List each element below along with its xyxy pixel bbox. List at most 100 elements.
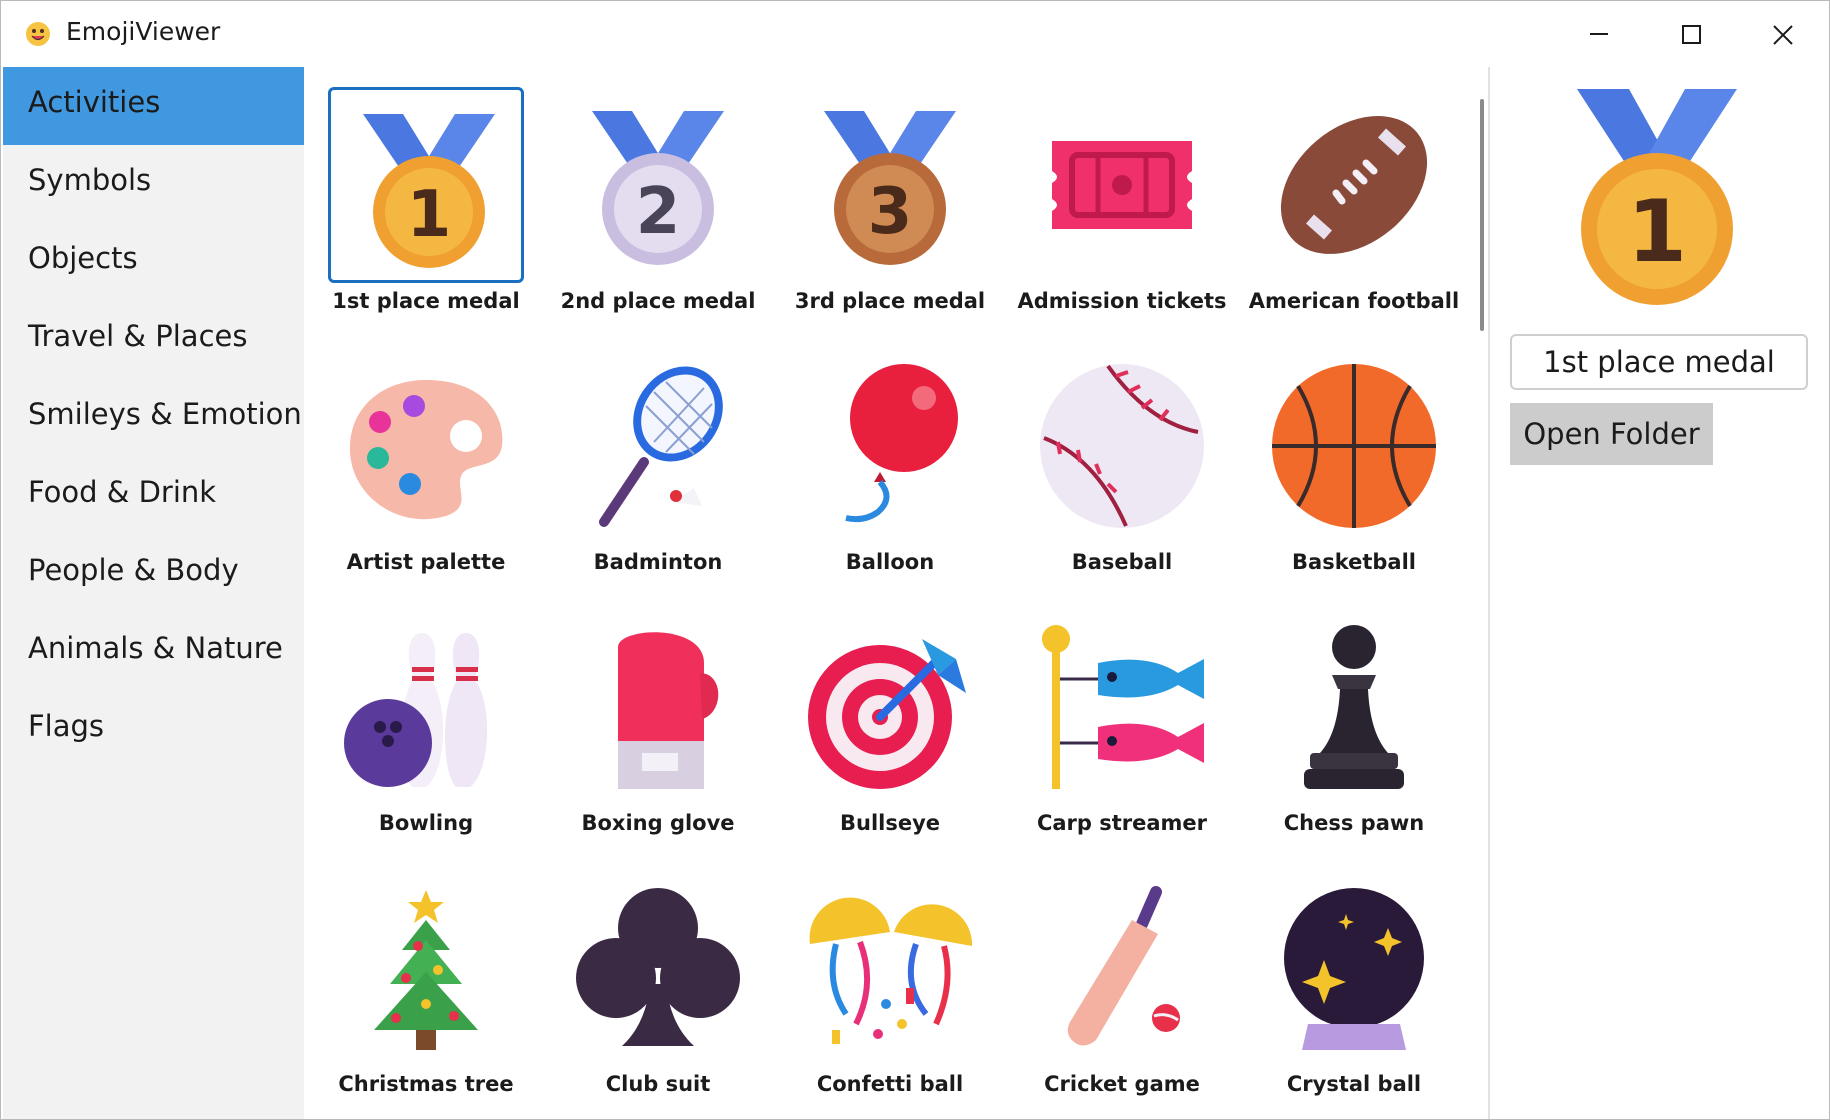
christmas-tree-icon <box>374 890 478 1050</box>
nav-item-animals-nature[interactable]: Animals & Nature <box>3 613 304 691</box>
emoji-tile-boxing-glove[interactable]: Boxing glove <box>548 597 768 847</box>
emoji-label: Christmas tree <box>338 1072 514 1096</box>
nav-item-label: Food & Drink <box>28 475 217 509</box>
emoji-label: Cricket game <box>1044 1072 1200 1096</box>
nav-item-symbols[interactable]: Symbols <box>3 145 304 223</box>
club-suit-icon <box>576 888 740 1046</box>
emoji-label: American football <box>1248 289 1460 313</box>
nav-item-label: Smileys & Emotion <box>28 397 302 431</box>
category-nav: Activities Symbols Objects Travel & Plac… <box>3 67 304 1119</box>
emoji-label: Carp streamer <box>1036 811 1208 835</box>
first-place-medal-preview-icon: 1 <box>1577 89 1737 305</box>
emoji-name-value: 1st place medal <box>1543 345 1775 379</box>
emoji-name-field[interactable]: 1st place medal <box>1510 334 1808 390</box>
emoji-tile-christmas-tree[interactable]: Christmas tree <box>316 858 536 1108</box>
nav-item-label: Travel & Places <box>28 319 248 353</box>
nav-item-label: Flags <box>28 709 105 743</box>
emoji-label: 2nd place medal <box>560 289 756 313</box>
emoji-tile-badminton[interactable]: Badminton <box>548 336 768 586</box>
maximize-icon <box>1682 25 1701 44</box>
nav-item-food-drink[interactable]: Food & Drink <box>3 457 304 535</box>
emoji-tile-carp-streamer[interactable]: Carp streamer <box>1012 597 1232 847</box>
emoji-label: 3rd place medal <box>794 289 986 313</box>
maximize-button[interactable] <box>1645 1 1737 67</box>
nav-item-flags[interactable]: Flags <box>3 691 304 769</box>
nav-item-people-body[interactable]: People & Body <box>3 535 304 613</box>
close-icon <box>1773 25 1793 45</box>
third-place-medal-icon: 3 <box>824 111 956 265</box>
emoji-tile-crystal-ball[interactable]: Crystal ball <box>1244 858 1464 1108</box>
crystal-ball-icon <box>1284 888 1424 1050</box>
emoji-label: Basketball <box>1292 550 1416 574</box>
title-bar[interactable]: EmojiViewer <box>1 1 1829 67</box>
boxing-glove-icon <box>618 632 719 789</box>
nav-item-label: Animals & Nature <box>28 631 283 665</box>
bullseye-icon <box>808 639 966 789</box>
american-football-icon <box>1280 116 1428 254</box>
emoji-tile-third-place-medal[interactable]: 3 3rd place medal <box>780 75 1000 325</box>
bowling-icon <box>344 633 488 787</box>
confetti-ball-icon <box>809 897 973 1044</box>
emoji-tile-admission-tickets[interactable]: Admission tickets <box>1012 75 1232 325</box>
emoji-label: Baseball <box>1071 550 1173 574</box>
emoji-tile-chess-pawn[interactable]: Chess pawn <box>1244 597 1464 847</box>
emoji-label: Boxing glove <box>581 811 735 835</box>
artist-palette-icon <box>349 380 503 520</box>
app-icon <box>26 22 50 46</box>
badminton-icon <box>599 366 723 527</box>
carp-streamer-icon <box>1042 625 1204 789</box>
nav-item-label: People & Body <box>28 553 239 587</box>
emoji-grid: 1 1st place medal 2 2nd place medal 3 3r… <box>304 67 1484 1119</box>
nav-item-activities[interactable]: Activities <box>3 67 304 145</box>
grid-scrollbar-thumb[interactable] <box>1480 99 1484 331</box>
svg-text:3: 3 <box>868 175 913 249</box>
svg-text:1: 1 <box>407 178 452 252</box>
emoji-tile-club-suit[interactable]: Club suit <box>548 858 768 1108</box>
emoji-tile-american-football[interactable]: American football <box>1244 75 1464 325</box>
emoji-label: Bowling <box>378 811 474 835</box>
nav-item-label: Objects <box>28 241 138 275</box>
emoji-label: Bullseye <box>839 811 941 835</box>
nav-item-label: Symbols <box>28 163 152 197</box>
emoji-tile-artist-palette[interactable]: Artist palette <box>316 336 536 586</box>
emoji-label: Admission tickets <box>1017 289 1227 313</box>
baseball-icon <box>1040 364 1204 528</box>
detail-pane: 1 1st place medal Open Folder <box>1490 67 1829 1119</box>
svg-text:2: 2 <box>636 175 681 249</box>
close-button[interactable] <box>1737 1 1829 67</box>
basketball-icon <box>1272 364 1436 528</box>
emoji-label: Artist palette <box>346 550 506 574</box>
minimize-button[interactable] <box>1553 1 1645 67</box>
second-place-medal-icon: 2 <box>592 111 724 265</box>
nav-item-label: Activities <box>28 85 161 119</box>
emoji-tile-confetti-ball[interactable]: Confetti ball <box>780 858 1000 1108</box>
open-folder-button[interactable]: Open Folder <box>1510 403 1713 465</box>
nav-item-smileys-emotion[interactable]: Smileys & Emotion <box>3 379 304 457</box>
minimize-icon <box>1590 33 1608 35</box>
emoji-tile-baseball[interactable]: Baseball <box>1012 336 1232 586</box>
chess-pawn-icon <box>1304 625 1404 789</box>
nav-item-travel-places[interactable]: Travel & Places <box>3 301 304 379</box>
emoji-tile-balloon[interactable]: Balloon <box>780 336 1000 586</box>
emoji-tile-bowling[interactable]: Bowling <box>316 597 536 847</box>
emoji-label: Badminton <box>593 550 723 574</box>
emoji-tile-cricket-game[interactable]: Cricket game <box>1012 858 1232 1108</box>
emoji-tile-first-place-medal[interactable]: 1 1st place medal <box>316 75 536 325</box>
nav-item-objects[interactable]: Objects <box>3 223 304 301</box>
emoji-label: 1st place medal <box>332 289 520 313</box>
emoji-tile-second-place-medal[interactable]: 2 2nd place medal <box>548 75 768 325</box>
open-folder-label: Open Folder <box>1523 417 1700 451</box>
cricket-game-icon <box>1067 886 1180 1046</box>
app-title: EmojiViewer <box>66 17 221 46</box>
emoji-label: Confetti ball <box>816 1072 964 1096</box>
admission-tickets-icon <box>1052 141 1192 229</box>
emoji-tile-bullseye[interactable]: Bullseye <box>780 597 1000 847</box>
svg-text:1: 1 <box>1627 182 1687 282</box>
emoji-label: Balloon <box>845 550 935 574</box>
emoji-tile-basketball[interactable]: Basketball <box>1244 336 1464 586</box>
emoji-label: Crystal ball <box>1286 1072 1422 1096</box>
emoji-label: Chess pawn <box>1283 811 1425 835</box>
first-place-medal-icon: 1 <box>363 114 495 268</box>
balloon-icon <box>845 364 958 523</box>
app-window: EmojiViewer Activities Symbols Objects T… <box>0 0 1830 1120</box>
